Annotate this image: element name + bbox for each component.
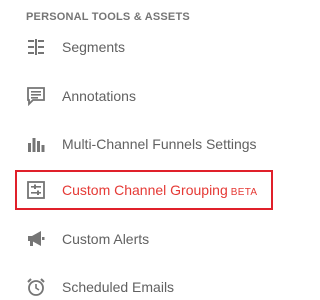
menu-item-segments[interactable]: Segments [0, 30, 288, 64]
annotation-icon [27, 87, 45, 106]
menu-item-label: Annotations [62, 88, 136, 104]
menu-item-label-text: Custom Channel Grouping [62, 182, 228, 198]
channel-grouping-icon [27, 181, 45, 199]
menu-item-annotations[interactable]: Annotations [0, 79, 288, 113]
menu-item-custom-alerts[interactable]: Custom Alerts [0, 222, 288, 256]
menu-item-multi-channel-funnels-settings[interactable]: Multi-Channel Funnels Settings [0, 127, 288, 161]
beta-badge: BETA [230, 187, 258, 198]
personal-tools-panel: PERSONAL TOOLS & ASSETS Segments Annotat… [0, 0, 288, 300]
section-title: PERSONAL TOOLS & ASSETS [26, 11, 190, 23]
menu-item-label: Segments [62, 39, 126, 55]
menu-item-custom-channel-grouping[interactable]: Custom Channel Grouping BETA [0, 173, 288, 207]
segments-icon [28, 39, 44, 55]
bar-chart-icon [28, 138, 45, 152]
menu-item-label: Multi-Channel Funnels Settings [62, 136, 257, 152]
menu-item-label: Scheduled Emails [62, 279, 175, 295]
menu-item-label: Custom Channel Grouping BETA [62, 182, 257, 198]
alarm-clock-icon [27, 278, 45, 296]
megaphone-icon [28, 231, 45, 246]
menu-item-label: Custom Alerts [62, 231, 150, 247]
menu-item-scheduled-emails[interactable]: Scheduled Emails [0, 270, 288, 300]
